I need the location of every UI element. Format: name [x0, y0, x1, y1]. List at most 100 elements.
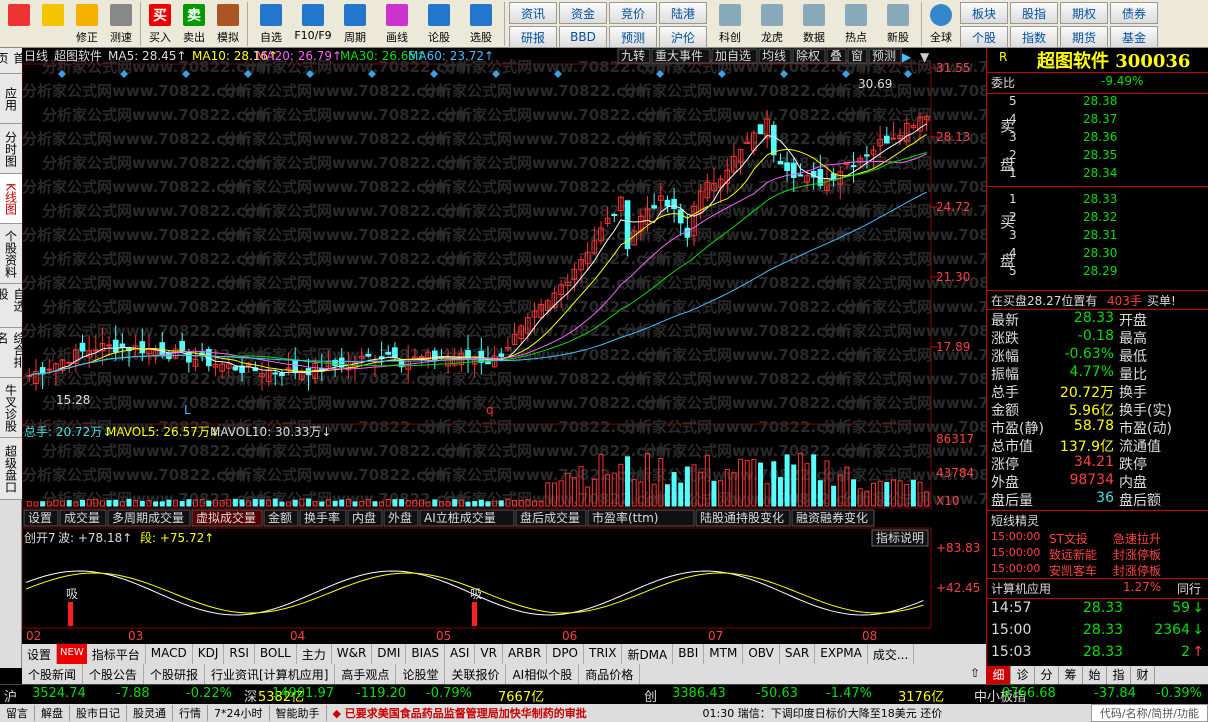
indicator-BBI[interactable]: BBI [673, 644, 705, 664]
indicator-BOLL[interactable]: BOLL [255, 644, 297, 664]
indicator-SAR[interactable]: SAR [780, 644, 816, 664]
status-item-智能助手[interactable]: 智能助手 [270, 705, 327, 721]
side-tab-应用[interactable]: 应用 [0, 74, 22, 124]
quick-link-预测[interactable]: 预测 [609, 26, 657, 48]
side-tab-分时图[interactable]: 分时图 [0, 124, 22, 174]
market-link-基金[interactable]: 基金 [1110, 26, 1158, 48]
news-tab-论股堂[interactable]: 论股堂 [396, 664, 446, 684]
quick-link-竞价[interactable]: 竞价 [609, 2, 657, 24]
quote-tab-细[interactable]: 细 [987, 666, 1011, 684]
news-tab-商品价格[interactable]: 商品价格 [579, 664, 641, 684]
indicator-指标平台[interactable]: 指标平台 [87, 644, 146, 664]
toolbar-button-F10/F9[interactable]: F10/F9 [292, 0, 334, 46]
news-tab-高手观点[interactable]: 高手观点 [335, 664, 397, 684]
toolbar-button-科创[interactable]: 科创 [709, 0, 751, 46]
toolbar-button-新股[interactable]: 新股 [877, 0, 919, 46]
indicator-MTM[interactable]: MTM [704, 644, 744, 664]
indicator-DPO[interactable]: DPO [547, 644, 584, 664]
news-ticker[interactable]: ◆ 已要求美国食品药品监督管理局加快华制药的审批 [327, 705, 697, 721]
news-tab-个股公告[interactable]: 个股公告 [83, 664, 145, 684]
collapse-icon[interactable]: ▼ [920, 50, 930, 64]
market-link-个股[interactable]: 个股 [960, 26, 1008, 48]
quick-link-沪伦[interactable]: 沪伦 [659, 26, 707, 48]
toolbar-button-app-grid-icon[interactable] [2, 0, 36, 46]
status-item-7*24小时[interactable]: 7*24小时 [208, 705, 270, 721]
ask-level: 4 [1009, 112, 1017, 126]
status-item-解盘[interactable]: 解盘 [35, 705, 70, 721]
status-item-行情[interactable]: 行情 [173, 705, 208, 721]
indicator-成交...[interactable]: 成交... [868, 644, 915, 664]
toolbar-button-热点[interactable]: 热点 [835, 0, 877, 46]
indicator-BIAS[interactable]: BIAS [406, 644, 446, 664]
market-link-期权[interactable]: 期权 [1060, 2, 1108, 24]
quick-link-资讯[interactable]: 资讯 [509, 2, 557, 24]
market-link-板块[interactable]: 板块 [960, 2, 1008, 24]
quote-tab-始[interactable]: 始 [1083, 666, 1107, 684]
quote-tab-诊[interactable]: 诊 [1011, 666, 1035, 684]
indicator-主力[interactable]: 主力 [297, 644, 332, 664]
status-item-股灵通[interactable]: 股灵通 [127, 705, 173, 721]
indicator-KDJ[interactable]: KDJ [193, 644, 225, 664]
indicator-RSI[interactable]: RSI [224, 644, 255, 664]
toolbar-button-卖出[interactable]: 卖卖出 [177, 0, 211, 46]
indicator-设置[interactable]: 设置 [22, 644, 58, 664]
side-tab-首页[interactable]: 首页 [0, 48, 26, 74]
indicator-EXPMA[interactable]: EXPMA [815, 644, 868, 664]
indicator-DMI[interactable]: DMI [372, 644, 407, 664]
side-tab-K线图[interactable]: K线图 [0, 174, 22, 224]
toolbar-button-模拟[interactable]: 模拟 [211, 0, 245, 46]
indicator-ARBR[interactable]: ARBR [503, 644, 548, 664]
news-tab-个股新闻[interactable]: 个股新闻 [22, 664, 84, 684]
quote-tab-分[interactable]: 分 [1035, 666, 1059, 684]
kline-chart[interactable]: 分析家公式网www.70822.com 分析家公式网www.70822.com 分析… [21, 48, 1071, 644]
indicator-OBV[interactable]: OBV [743, 644, 780, 664]
toolbar-button-测速[interactable]: 测速 [104, 0, 138, 46]
toolbar-button-龙虎[interactable]: 龙虎 [751, 0, 793, 46]
news-tab-行业资讯[计算机应用][interactable]: 行业资讯[计算机应用] [205, 664, 336, 684]
quick-link-研报[interactable]: 研报 [509, 26, 557, 48]
toolbar-button-选股[interactable]: 选股 [460, 0, 502, 46]
quick-link-BBD[interactable]: BBD [559, 26, 607, 48]
quick-link-陆港[interactable]: 陆港 [659, 2, 707, 24]
indicator-W&R[interactable]: W&R [332, 644, 373, 664]
side-tab-自选股[interactable]: 自选股 [0, 284, 26, 328]
market-link-指数[interactable]: 指数 [1010, 26, 1058, 48]
news-tab-关联报价[interactable]: 关联报价 [445, 664, 507, 684]
market-link-债券[interactable]: 债券 [1110, 2, 1158, 24]
status-item-股市日记[interactable]: 股市日记 [70, 705, 127, 721]
toolbar-button-自选[interactable]: 自选 [250, 0, 292, 46]
indicator-MACD[interactable]: MACD [146, 644, 193, 664]
indicator-ASI[interactable]: ASI [445, 644, 476, 664]
status-item-留言[interactable]: 留言 [0, 705, 35, 721]
side-tab-综合排名[interactable]: 综合排名 [0, 328, 26, 378]
toolbar-button-买入[interactable]: 买买入 [143, 0, 177, 46]
indicator-NEW[interactable]: NEW [57, 644, 87, 664]
side-tab-个股资料[interactable]: 个股资料 [0, 224, 22, 284]
quote-tab-筹[interactable]: 筹 [1059, 666, 1083, 684]
toolbar-button-论股[interactable]: 论股 [418, 0, 460, 46]
indicator-新DMA[interactable]: 新DMA [622, 644, 674, 664]
quick-link-资金[interactable]: 资金 [559, 2, 607, 24]
indicator-TRIX[interactable]: TRIX [584, 644, 623, 664]
side-tab-超级盘口[interactable]: 超级盘口 [0, 438, 22, 500]
industry-pct: 1.27% [1123, 580, 1162, 594]
toolbar-button-画线[interactable]: 画线 [376, 0, 418, 46]
toolbar-button-周期[interactable]: 周期 [334, 0, 376, 46]
quote-tab-财[interactable]: 财 [1131, 666, 1155, 684]
quote-tab-指[interactable]: 指 [1107, 666, 1131, 684]
side-tab-牛叉诊股[interactable]: 牛叉诊股 [0, 378, 22, 438]
nav-next-icon[interactable]: ▶ [902, 50, 912, 64]
pin-icon[interactable]: ⇧ [964, 664, 986, 684]
toolbar-button-back-arrow-icon[interactable] [36, 0, 70, 46]
toolbar-button-global[interactable]: 全球 [924, 0, 958, 46]
market-link-期货[interactable]: 期货 [1060, 26, 1108, 48]
news-tab-AI相似个股[interactable]: AI相似个股 [506, 664, 580, 684]
toolbar-button-修正[interactable]: 修正 [70, 0, 104, 46]
indicator-VR[interactable]: VR [475, 644, 503, 664]
toolbar-button-数据[interactable]: 数据 [793, 0, 835, 46]
news-ticker-2[interactable]: 01:30 瑞信：下调印度日标价大降至18美元 还价 [697, 705, 961, 721]
osc-name: 创开7 [24, 531, 56, 545]
market-link-股指[interactable]: 股指 [1010, 2, 1058, 24]
news-tab-个股研报[interactable]: 个股研报 [144, 664, 206, 684]
code-search-input[interactable]: 代码/名称/简拼/功能 [1090, 704, 1208, 722]
